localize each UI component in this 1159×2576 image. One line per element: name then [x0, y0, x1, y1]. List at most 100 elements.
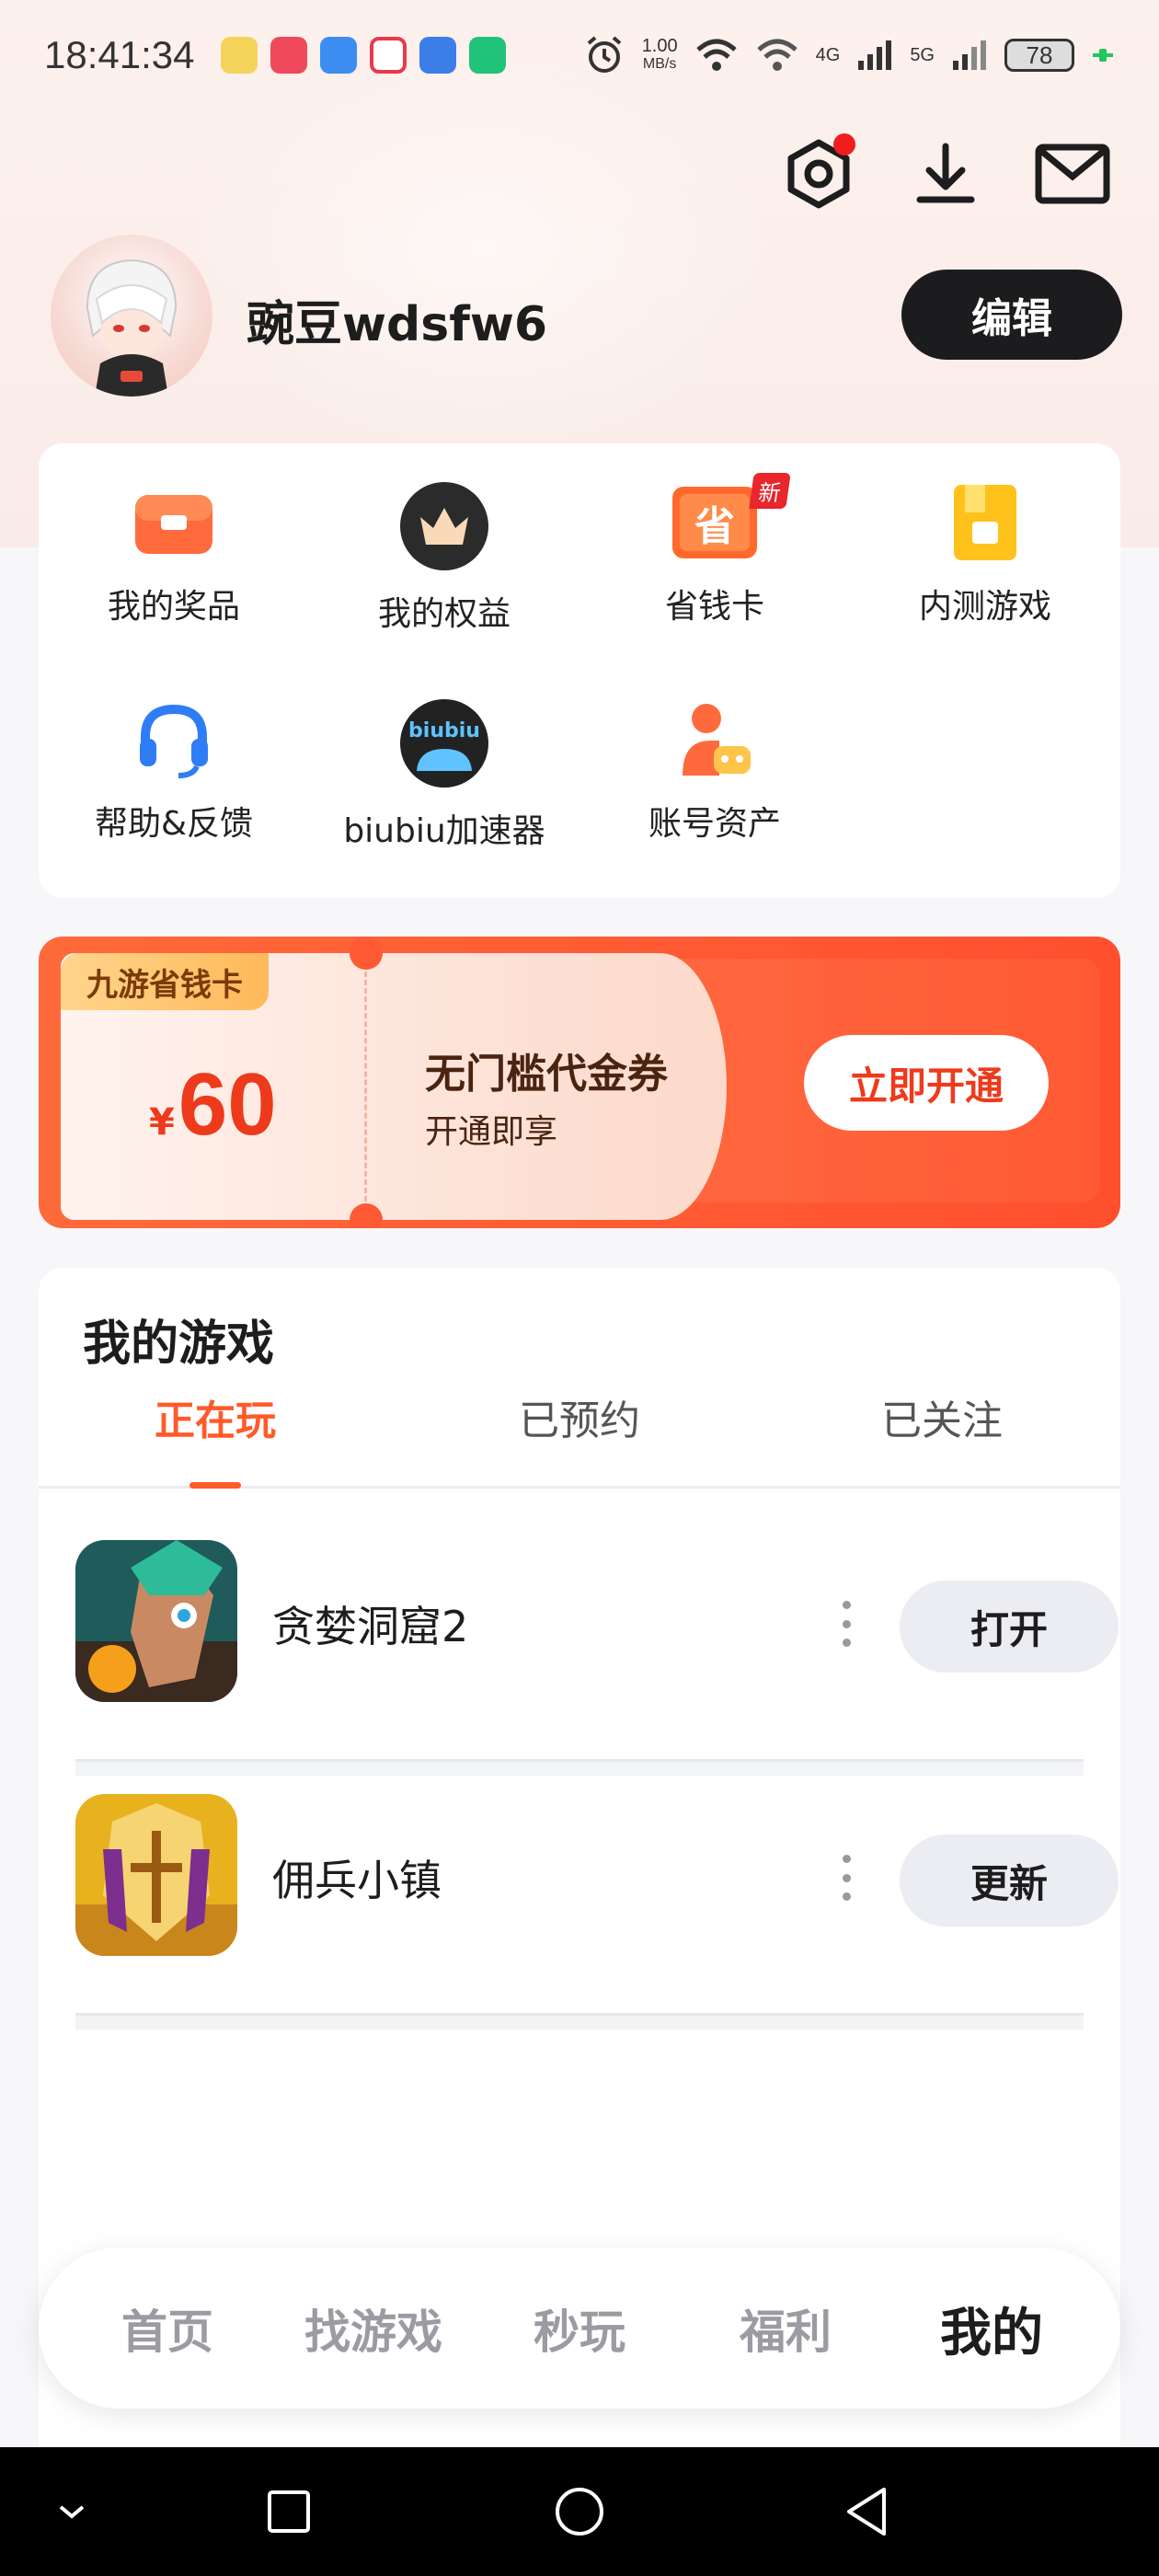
activate-now-button[interactable]: 立即开通: [804, 1035, 1049, 1131]
notification-dot: [833, 133, 855, 155]
home-button[interactable]: [552, 2484, 607, 2539]
new-badge: 新: [749, 473, 791, 509]
grid-label: 内测游戏: [918, 588, 1051, 626]
grid-label: 省钱卡: [664, 588, 764, 626]
avatar[interactable]: [51, 235, 212, 397]
grid-item-help[interactable]: 帮助&反馈: [39, 661, 309, 845]
battery-level: 78: [1026, 40, 1053, 69]
bottom-navigation: 首页 找游戏 秒玩 福利 我的: [39, 2248, 1120, 2409]
feature-grid: 我的奖品 我的权益 省 新 省钱卡 内测游戏 帮助&反馈 biubiu biub…: [39, 443, 1120, 898]
username: 豌豆wdsfw6: [247, 297, 548, 352]
signal-icon: [953, 40, 986, 70]
download-icon: [916, 143, 975, 203]
gift-box-icon: [128, 480, 220, 565]
grid-item-account-assets[interactable]: 账号资产: [580, 661, 850, 845]
status-indicators: 1.00 MB/s 4G 5G 78: [583, 34, 1115, 76]
open-game-button[interactable]: 打开: [900, 1581, 1119, 1673]
coupon-title: 无门槛代金券: [425, 1051, 668, 1098]
coupon-tag: 九游省钱卡: [61, 953, 269, 1010]
nav-item-home[interactable]: 首页: [75, 2295, 259, 2362]
savings-glyph: 省: [694, 503, 735, 550]
grid-item-savings-card[interactable]: 省 新 省钱卡: [580, 443, 850, 627]
game-icon: [75, 1540, 237, 1702]
grid-item-beta-games[interactable]: 内测游戏: [850, 443, 1120, 627]
nav-item-mine[interactable]: 我的: [900, 2292, 1084, 2366]
app-notification-icon: [369, 37, 407, 74]
coupon-subtitle: 开通即享: [425, 1113, 558, 1151]
signal-icon: [858, 40, 892, 70]
grid-label: biubiu加速器: [343, 812, 545, 850]
nav-item-welfare[interactable]: 福利: [694, 2295, 878, 2362]
section-title: 我的游戏: [83, 1317, 275, 1372]
coupon-amount: 60: [178, 1055, 277, 1154]
collapse-button[interactable]: [44, 2484, 99, 2539]
app-notification-icon: [220, 37, 258, 74]
app-notification-icon: [319, 37, 357, 74]
app-notification-icon: [419, 37, 456, 74]
grid-item-accelerator[interactable]: biubiu biubiu加速器: [309, 661, 580, 850]
coupon-price: ¥ 60: [149, 1054, 277, 1156]
download-button[interactable]: [905, 133, 986, 214]
avatar-image: [86, 259, 178, 397]
chevron-down-icon: [59, 2505, 85, 2519]
headset-icon: [128, 697, 220, 782]
active-tab-underline: [189, 1482, 241, 1489]
back-button[interactable]: [839, 2484, 894, 2539]
nav-item-instant-play[interactable]: 秒玩: [488, 2295, 671, 2362]
savings-card-icon: 省 新: [669, 473, 791, 565]
grid-label: 账号资产: [648, 805, 781, 843]
square-icon: [268, 2490, 310, 2533]
game-name: 贪婪洞窟2: [272, 1602, 469, 1651]
notification-icons: [220, 37, 506, 74]
beta-game-icon: [939, 480, 1031, 565]
games-tabs: 正在玩 已预约 已关注: [39, 1387, 1120, 1489]
biubiu-accelerator-icon: biubiu: [398, 697, 490, 789]
ticket-notch: [350, 1203, 383, 1228]
wifi-icon: [695, 39, 737, 71]
grid-label: 我的权益: [377, 595, 511, 633]
network-speed: 1.00 MB/s: [642, 37, 678, 74]
wifi-icon: [756, 39, 798, 71]
tab-playing[interactable]: 正在玩: [105, 1387, 326, 1446]
network-type-4g: 4G: [815, 44, 841, 65]
battery-indicator: 78: [1004, 39, 1074, 72]
more-options-icon[interactable]: [837, 1601, 855, 1647]
back-triangle-icon: [847, 2488, 886, 2536]
game-icon: [75, 1794, 237, 1956]
system-navigation-bar: [0, 2447, 1159, 2576]
recents-button[interactable]: [261, 2484, 316, 2539]
grid-label: 我的奖品: [107, 588, 240, 626]
message-button[interactable]: [1032, 133, 1113, 214]
network-type-5g: 5G: [910, 44, 935, 65]
speed-unit: MB/s: [642, 56, 677, 72]
app-notification-icon: [468, 37, 506, 74]
biubiu-logo-text: biubiu: [408, 719, 480, 742]
ticket-notch: [350, 937, 383, 970]
circle-icon: [556, 2488, 603, 2536]
grid-label: 帮助&反馈: [94, 805, 254, 843]
nav-item-find-games[interactable]: 找游戏: [281, 2295, 465, 2362]
tab-reserved[interactable]: 已预约: [469, 1387, 690, 1446]
currency-symbol: ¥: [149, 1101, 175, 1144]
game-name: 佣兵小镇: [272, 1856, 442, 1905]
ticket-divider: [364, 972, 367, 1202]
settings-button[interactable]: [778, 133, 859, 214]
status-bar: 18:41:34 1.00 MB/s 4G 5G 78: [0, 0, 1159, 110]
mail-icon: [1035, 144, 1110, 204]
grid-item-benefits[interactable]: 我的权益: [309, 443, 580, 633]
game-list-item[interactable]: 贪婪洞窟2 打开: [75, 1509, 1119, 1739]
game-list-item[interactable]: 佣兵小镇 更新: [75, 1763, 1119, 1993]
charging-icon: [1093, 49, 1113, 62]
speed-value: 1.00: [641, 36, 678, 56]
row-separator: [75, 2013, 1084, 2030]
grid-item-prizes[interactable]: 我的奖品: [39, 443, 309, 627]
crown-icon: [398, 480, 490, 572]
tab-followed[interactable]: 已关注: [832, 1387, 1052, 1446]
update-game-button[interactable]: 更新: [900, 1834, 1119, 1926]
app-notification-icon: [270, 37, 307, 74]
more-options-icon[interactable]: [837, 1855, 855, 1901]
coupon-ticket: 九游省钱卡 ¥ 60 无门槛代金券 开通即享: [61, 937, 727, 1228]
header-actions: [778, 133, 1113, 214]
status-time: 18:41:34: [44, 33, 195, 76]
edit-profile-button[interactable]: 编辑: [901, 270, 1122, 360]
